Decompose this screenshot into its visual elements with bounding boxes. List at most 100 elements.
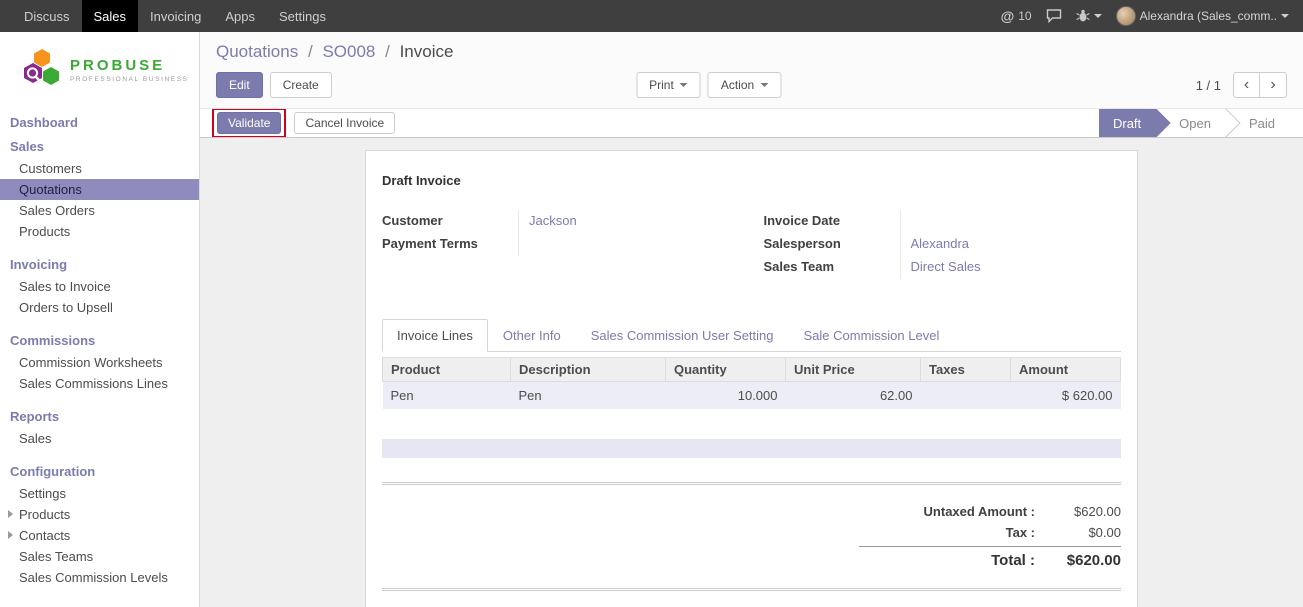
main-area: Quotations / SO008 / Invoice Edit Create… — [200, 32, 1303, 607]
mention-counter[interactable]: @ 10 — [1001, 8, 1032, 24]
field-group: Customer Jackson Payment Terms Invoice D… — [382, 210, 1121, 279]
menu-invoicing[interactable]: Invoicing — [138, 0, 213, 32]
sidebar-section-reports[interactable]: Reports — [0, 404, 199, 428]
menu-settings[interactable]: Settings — [267, 0, 338, 32]
untaxed-amount-row: Untaxed Amount : $620.00 — [859, 501, 1121, 522]
sidebar-item-sales-orders[interactable]: Sales Orders — [0, 200, 199, 221]
sidebar-section-commissions[interactable]: Commissions — [0, 328, 199, 352]
tax-value: $0.00 — [1035, 525, 1121, 540]
logo-subtitle: PROFESSIONAL BUSINESS — [70, 76, 189, 83]
print-label: Print — [649, 78, 674, 92]
pager-next-button[interactable]: › — [1260, 72, 1287, 98]
highlight-box: Validate — [212, 108, 286, 138]
avatar — [1116, 6, 1136, 26]
col-header-quantity[interactable]: Quantity — [666, 358, 786, 382]
sidebar-item-orders-to-upsell[interactable]: Orders to Upsell — [0, 297, 199, 318]
control-panel: Quotations / SO008 / Invoice Edit Create… — [200, 32, 1303, 108]
sidebar-item-sales-commissions-lines[interactable]: Sales Commissions Lines — [0, 373, 199, 394]
sidebar-item-products[interactable]: Products — [0, 221, 199, 242]
sales-team-value-link[interactable]: Direct Sales — [900, 256, 1122, 279]
cell-taxes — [921, 382, 1011, 410]
customer-label: Customer — [382, 210, 518, 233]
field-invoice-date: Invoice Date — [764, 210, 1122, 233]
menu-discuss[interactable]: Discuss — [12, 0, 82, 32]
control-panel-buttons-row: Edit Create Print Action — [216, 71, 1287, 99]
chevron-down-icon — [1281, 14, 1289, 18]
topbar-menus: Discuss Sales Invoicing Apps Settings — [0, 0, 338, 32]
col-header-description[interactable]: Description — [511, 358, 666, 382]
table-row[interactable]: Pen Pen 10.000 62.00 $ 620.00 — [383, 382, 1121, 410]
statusbar: Validate Cancel Invoice Draft Open Paid — [200, 108, 1303, 138]
sidebar-item-sales-commission-levels[interactable]: Sales Commission Levels — [0, 567, 199, 588]
sidebar-item-customers[interactable]: Customers — [0, 158, 199, 179]
sidebar-item-config-products[interactable]: Products — [0, 504, 199, 525]
menu-sales[interactable]: Sales — [82, 0, 139, 32]
sidebar-item-config-contacts[interactable]: Contacts — [0, 525, 199, 546]
cp-left-buttons: Edit Create — [216, 72, 332, 98]
validate-button[interactable]: Validate — [217, 112, 281, 134]
user-name: Alexandra (Sales_comm.. — [1140, 9, 1277, 23]
sidebar: PROBUSE PROFESSIONAL BUSINESS Dashboard … — [0, 32, 200, 607]
col-header-product[interactable]: Product — [383, 358, 511, 382]
messages-icon[interactable] — [1046, 9, 1062, 23]
sidebar-item-sales-teams[interactable]: Sales Teams — [0, 546, 199, 567]
payment-terms-label: Payment Terms — [382, 233, 518, 256]
cell-quantity: 10.000 — [666, 382, 786, 410]
create-button[interactable]: Create — [270, 72, 332, 98]
caret-down-icon — [680, 83, 688, 87]
cancel-invoice-button[interactable]: Cancel Invoice — [294, 112, 395, 134]
tab-other-info[interactable]: Other Info — [488, 319, 576, 352]
untaxed-amount-value: $620.00 — [1035, 504, 1121, 519]
total-row: Total : $620.00 — [859, 546, 1121, 572]
total-value: $620.00 — [1035, 552, 1121, 569]
breadcrumb-separator: / — [385, 42, 390, 61]
logo-text: PROBUSE PROFESSIONAL BUSINESS — [70, 58, 189, 83]
pager-value: 1 / 1 — [1196, 78, 1221, 93]
sidebar-section-sales[interactable]: Sales — [0, 134, 199, 158]
salesperson-value-link[interactable]: Alexandra — [900, 233, 1122, 256]
sidebar-item-sales-to-invoice[interactable]: Sales to Invoice — [0, 276, 199, 297]
salesperson-label: Salesperson — [764, 233, 900, 256]
sidebar-nav: Dashboard Sales Customers Quotations Sal… — [0, 110, 199, 588]
field-payment-terms: Payment Terms — [382, 233, 718, 256]
sidebar-item-settings[interactable]: Settings — [0, 483, 199, 504]
bug-icon — [1076, 9, 1090, 23]
table-header-row: Product Description Quantity Unit Price … — [383, 358, 1121, 382]
user-menu[interactable]: Alexandra (Sales_comm.. — [1116, 6, 1289, 26]
invoice-title: Draft Invoice — [382, 173, 1121, 188]
sidebar-section-invoicing[interactable]: Invoicing — [0, 252, 199, 276]
sidebar-item-commission-worksheets[interactable]: Commission Worksheets — [0, 352, 199, 373]
caret-right-icon — [8, 531, 13, 539]
menu-apps[interactable]: Apps — [213, 0, 267, 32]
col-header-unit-price[interactable]: Unit Price — [786, 358, 921, 382]
tab-sale-commission-level[interactable]: Sale Commission Level — [789, 319, 955, 352]
statusbar-buttons: Validate Cancel Invoice — [212, 108, 395, 138]
edit-button[interactable]: Edit — [216, 72, 263, 98]
print-dropdown-button[interactable]: Print — [636, 72, 701, 98]
sidebar-section-configuration[interactable]: Configuration — [0, 459, 199, 483]
customer-value-link[interactable]: Jackson — [518, 210, 718, 233]
tab-invoice-lines[interactable]: Invoice Lines — [382, 319, 488, 352]
tab-sales-commission-user-setting[interactable]: Sales Commission User Setting — [576, 319, 789, 352]
breadcrumb-quotations[interactable]: Quotations — [216, 42, 298, 61]
field-sales-team: Sales Team Direct Sales — [764, 256, 1122, 279]
payment-terms-value — [518, 233, 718, 256]
sidebar-item-quotations[interactable]: Quotations — [0, 179, 199, 200]
cell-unit-price: 62.00 — [786, 382, 921, 410]
sidebar-item-reports-sales[interactable]: Sales — [0, 428, 199, 449]
cell-description: Pen — [511, 382, 666, 410]
col-header-taxes[interactable]: Taxes — [921, 358, 1011, 382]
pager-previous-button[interactable]: ‹ — [1233, 72, 1260, 98]
col-header-amount[interactable]: Amount — [1011, 358, 1121, 382]
sidebar-item-label: Contacts — [19, 528, 70, 543]
sidebar-item-dashboard[interactable]: Dashboard — [0, 110, 199, 134]
chevron-down-icon — [1094, 14, 1102, 18]
chat-bubble-icon — [1046, 9, 1062, 23]
status-step-draft[interactable]: Draft — [1099, 108, 1155, 138]
sidebar-item-label: Products — [19, 507, 70, 522]
action-dropdown-button[interactable]: Action — [708, 72, 781, 98]
breadcrumb-so008[interactable]: SO008 — [322, 42, 375, 61]
field-customer: Customer Jackson — [382, 210, 718, 233]
breadcrumb-separator: / — [308, 42, 313, 61]
debug-menu[interactable] — [1076, 9, 1102, 23]
